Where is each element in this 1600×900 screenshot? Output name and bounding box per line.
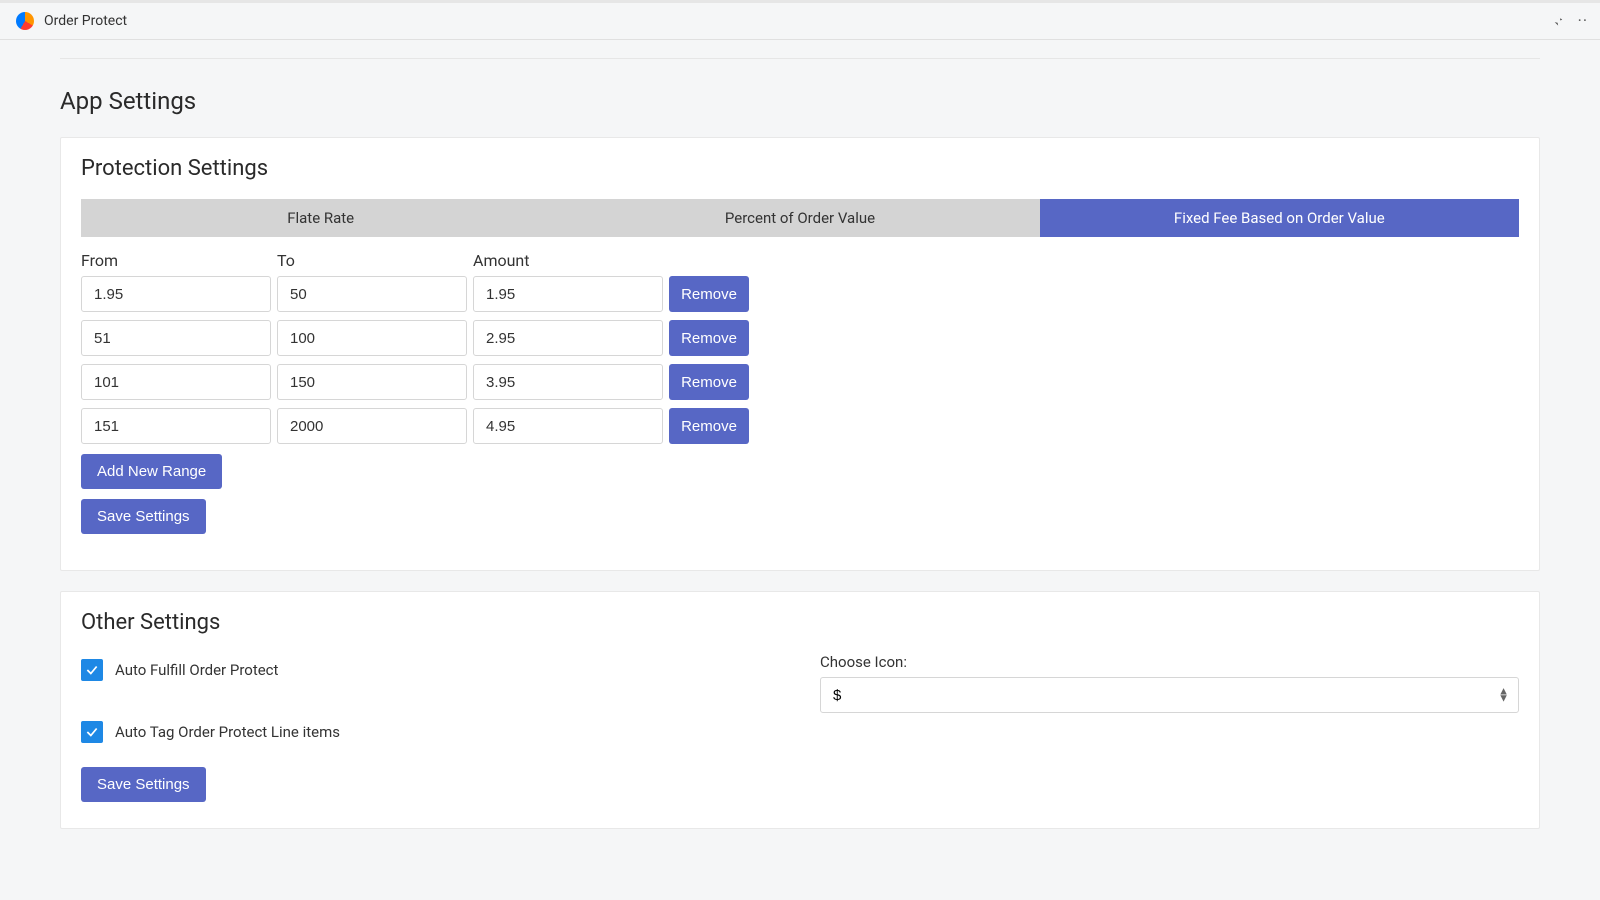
from-input[interactable]: [81, 408, 271, 444]
remove-range-button[interactable]: Remove: [669, 364, 749, 400]
page-title: App Settings: [60, 87, 1540, 115]
from-input[interactable]: [81, 320, 271, 356]
pin-icon[interactable]: [1550, 14, 1564, 28]
amount-input[interactable]: [473, 408, 663, 444]
other-settings-title: Other Settings: [81, 610, 1519, 635]
save-other-settings-button[interactable]: Save Settings: [81, 767, 206, 802]
topbar-right-icons: ··: [1550, 13, 1588, 29]
auto-fulfill-label: Auto Fulfill Order Protect: [115, 661, 278, 679]
other-settings-card: Other Settings Auto Fulfill Order Protec…: [60, 591, 1540, 829]
auto-tag-label: Auto Tag Order Protect Line items: [115, 723, 340, 741]
auto-fulfill-checkbox[interactable]: [81, 659, 103, 681]
protection-settings-title: Protection Settings: [81, 156, 1519, 181]
header-from: From: [81, 251, 271, 270]
range-row: Remove: [81, 276, 1519, 312]
remove-range-button[interactable]: Remove: [669, 320, 749, 356]
choose-icon-label: Choose Icon:: [820, 653, 1519, 671]
from-input[interactable]: [81, 276, 271, 312]
amount-input[interactable]: [473, 276, 663, 312]
auto-tag-checkbox[interactable]: [81, 721, 103, 743]
pricing-tabs: Flate Rate Percent of Order Value Fixed …: [81, 199, 1519, 237]
protection-settings-card: Protection Settings Flate Rate Percent o…: [60, 137, 1540, 571]
topbar: Order Protect ··: [0, 0, 1600, 40]
app-logo-icon: [16, 12, 34, 30]
auto-fulfill-row: Auto Fulfill Order Protect: [81, 659, 780, 681]
check-icon: [85, 725, 99, 739]
range-row: Remove: [81, 408, 1519, 444]
add-new-range-button[interactable]: Add New Range: [81, 454, 222, 489]
remove-range-button[interactable]: Remove: [669, 276, 749, 312]
to-input[interactable]: [277, 276, 467, 312]
app-title: Order Protect: [44, 13, 127, 29]
more-icon[interactable]: ··: [1578, 13, 1588, 29]
range-row: Remove: [81, 364, 1519, 400]
page: App Settings Protection Settings Flate R…: [0, 40, 1600, 889]
range-rows: Remove Remove Remove Remove: [81, 276, 1519, 444]
tab-fixed-fee-order-value[interactable]: Fixed Fee Based on Order Value: [1040, 199, 1519, 237]
to-input[interactable]: [277, 364, 467, 400]
range-row: Remove: [81, 320, 1519, 356]
tab-percent-order-value[interactable]: Percent of Order Value: [560, 199, 1039, 237]
header-amount: Amount: [473, 251, 663, 270]
check-icon: [85, 663, 99, 677]
tab-flat-rate[interactable]: Flate Rate: [81, 199, 560, 237]
amount-input[interactable]: [473, 320, 663, 356]
amount-input[interactable]: [473, 364, 663, 400]
choose-icon-select[interactable]: $: [820, 677, 1519, 713]
auto-tag-row: Auto Tag Order Protect Line items: [81, 721, 780, 743]
remove-range-button[interactable]: Remove: [669, 408, 749, 444]
header-to: To: [277, 251, 467, 270]
save-protection-settings-button[interactable]: Save Settings: [81, 499, 206, 534]
range-headers: From To Amount: [81, 251, 1519, 270]
to-input[interactable]: [277, 320, 467, 356]
from-input[interactable]: [81, 364, 271, 400]
to-input[interactable]: [277, 408, 467, 444]
choose-icon-select-wrap: $ ▲▼: [820, 677, 1519, 713]
